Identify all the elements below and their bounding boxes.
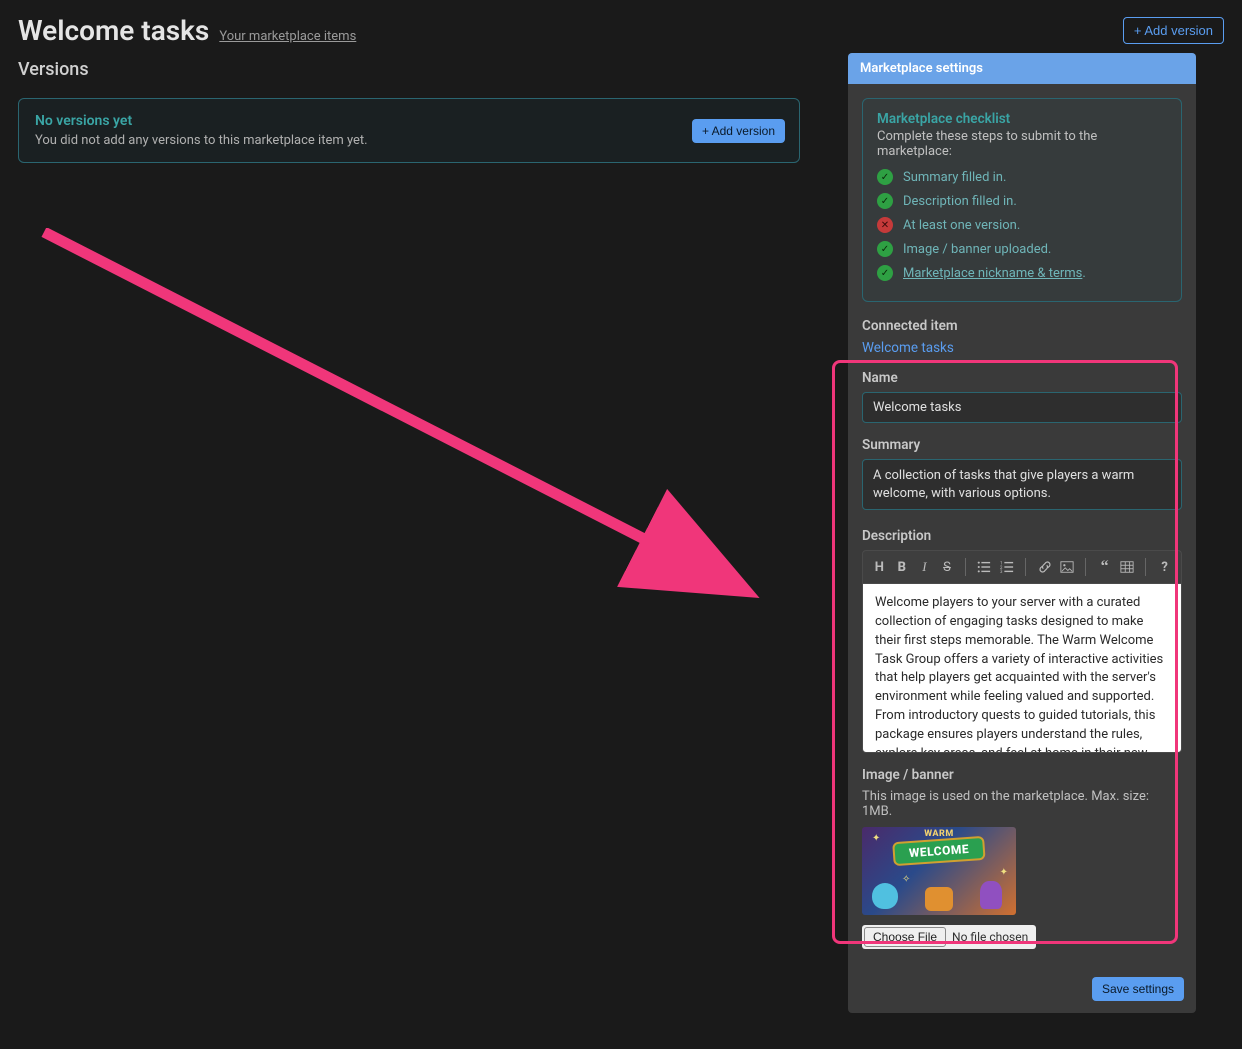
rte-strike-icon[interactable]: S	[937, 555, 958, 579]
breadcrumb-link[interactable]: Your marketplace items	[219, 29, 356, 44]
checklist-item: ✓ Marketplace nickname & terms.	[877, 265, 1167, 281]
check-icon: ✓	[877, 265, 893, 281]
checklist-item: ✓ Image / banner uploaded.	[877, 241, 1167, 257]
checklist-item-label[interactable]: Marketplace nickname & terms.	[903, 266, 1086, 281]
name-input[interactable]	[862, 392, 1182, 423]
checklist-subtitle: Complete these steps to submit to the ma…	[877, 129, 1167, 159]
marketplace-settings-panel: Marketplace settings Marketplace checkli…	[848, 53, 1196, 1013]
file-status: No file chosen	[952, 930, 1028, 944]
rte-quote-icon[interactable]: “	[1094, 555, 1115, 579]
description-label: Description	[862, 528, 1182, 544]
rte-ol-icon[interactable]: 123	[997, 555, 1018, 579]
checklist-item: ✓ Description filled in.	[877, 193, 1167, 209]
rte-toolbar: H B I S 123 “ ?	[862, 550, 1182, 583]
versions-empty-box: No versions yet You did not add any vers…	[18, 98, 800, 163]
choose-file-button[interactable]: Choose File	[864, 927, 946, 947]
connected-item-label: Connected item	[862, 318, 1182, 334]
rte-bold-icon[interactable]: B	[892, 555, 913, 579]
rte-help-icon[interactable]: ?	[1154, 555, 1175, 579]
rte-table-icon[interactable]	[1117, 555, 1138, 579]
checklist-title: Marketplace checklist	[877, 111, 1167, 127]
checklist-item-label: At least one version.	[903, 218, 1020, 233]
banner-ribbon-top: WARM	[924, 829, 953, 839]
description-editor[interactable]: Welcome players to your server with a cu…	[862, 583, 1182, 753]
add-version-button-inline[interactable]: + Add version	[692, 119, 785, 143]
rte-link-icon[interactable]	[1034, 555, 1055, 579]
name-label: Name	[862, 370, 1182, 386]
page-header: Welcome tasks Your marketplace items + A…	[0, 0, 1242, 53]
file-chooser: Choose File No file chosen	[862, 925, 1036, 949]
check-icon: ✓	[877, 169, 893, 185]
summary-label: Summary	[862, 437, 1182, 453]
versions-empty-title: No versions yet	[35, 113, 783, 129]
connected-item-link[interactable]: Welcome tasks	[862, 340, 954, 356]
fail-icon: ✕	[877, 217, 893, 233]
checklist-item-label: Summary filled in.	[903, 170, 1006, 185]
summary-input[interactable]	[862, 459, 1182, 510]
marketplace-checklist: Marketplace checklist Complete these ste…	[862, 98, 1182, 302]
checklist-item: ✕ At least one version.	[877, 217, 1167, 233]
banner-hint: This image is used on the marketplace. M…	[862, 789, 1182, 819]
versions-empty-desc: You did not add any versions to this mar…	[35, 133, 783, 148]
versions-section-title: Versions	[18, 59, 800, 80]
check-icon: ✓	[877, 193, 893, 209]
checklist-item-link[interactable]: Marketplace nickname & terms	[903, 266, 1082, 281]
checklist-item-label: Description filled in.	[903, 194, 1017, 209]
svg-text:3: 3	[1000, 570, 1003, 574]
add-version-button-header[interactable]: + Add version	[1123, 17, 1224, 44]
check-icon: ✓	[877, 241, 893, 257]
banner-label: Image / banner	[862, 767, 1182, 783]
rte-image-icon[interactable]	[1057, 555, 1078, 579]
checklist-item: ✓ Summary filled in.	[877, 169, 1167, 185]
rte-italic-icon[interactable]: I	[914, 555, 935, 579]
banner-preview-image: WARM WELCOME ✦ ✦ ✧	[862, 827, 1016, 915]
rte-heading-icon[interactable]: H	[869, 555, 890, 579]
banner-ribbon-main: WELCOME	[894, 838, 983, 864]
page-title: Welcome tasks	[18, 14, 209, 47]
checklist-item-label: Image / banner uploaded.	[903, 242, 1051, 257]
rte-ul-icon[interactable]	[974, 555, 995, 579]
save-settings-button[interactable]: Save settings	[1092, 977, 1184, 1001]
panel-header: Marketplace settings	[848, 53, 1196, 84]
